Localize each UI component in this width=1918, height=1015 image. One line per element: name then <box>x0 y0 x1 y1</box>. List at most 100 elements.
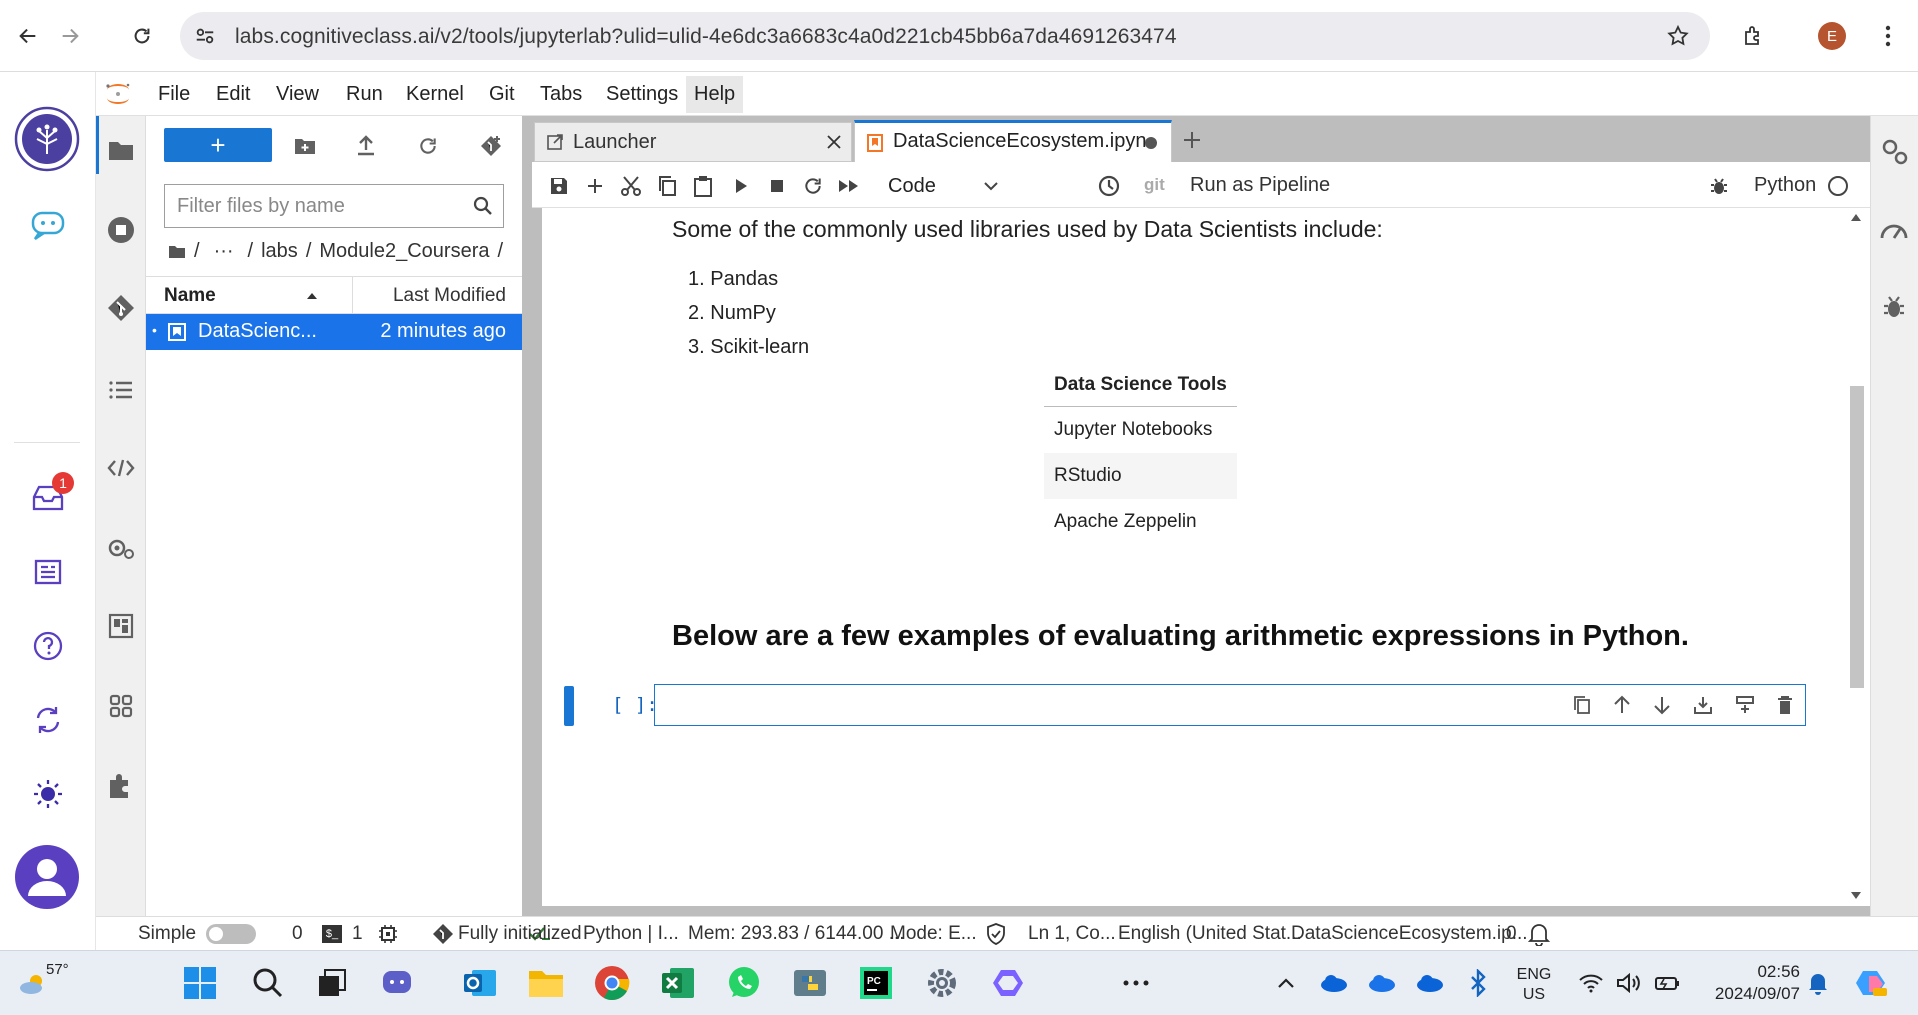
apps-tab[interactable] <box>103 688 139 724</box>
cell-type-select[interactable]: Code <box>876 172 1008 200</box>
teams-button[interactable] <box>378 963 418 1003</box>
scrollbar-thumb[interactable] <box>1850 386 1864 688</box>
address-bar[interactable]: labs.cognitiveclass.ai/v2/tools/jupyterl… <box>180 12 1710 60</box>
scroll-up-icon[interactable] <box>1851 214 1861 221</box>
tab-notebook[interactable]: DataScienceEcosystem.ipyn <box>854 120 1172 162</box>
run-cell-button[interactable] <box>728 173 754 199</box>
upload-icon[interactable] <box>356 135 376 157</box>
search-button[interactable] <box>248 963 288 1003</box>
running-kernels-tab[interactable] <box>103 212 139 248</box>
new-tab-button[interactable] <box>1176 124 1208 156</box>
quick-settings[interactable] <box>1578 973 1680 993</box>
table-of-contents-tab[interactable] <box>103 372 139 408</box>
move-up-icon[interactable] <box>1613 695 1631 715</box>
clock[interactable]: 02:56 2024/09/07 <box>1690 961 1800 1005</box>
file-explorer-button[interactable] <box>526 963 566 1003</box>
menu-help[interactable]: Help <box>686 76 744 113</box>
notebook-content[interactable]: Some of the commonly used libraries used… <box>532 208 1870 906</box>
menu-view[interactable]: View <box>276 83 319 106</box>
pycharm-button[interactable]: PC <box>856 963 896 1003</box>
run-as-pipeline-button[interactable]: Run as Pipeline <box>1190 174 1330 197</box>
simple-mode-toggle[interactable] <box>206 924 256 944</box>
file-browser-tab[interactable] <box>103 132 139 168</box>
git-diff-button[interactable]: git <box>1144 175 1165 195</box>
insert-cell-button[interactable] <box>582 173 608 199</box>
breadcrumb-ellipsis[interactable]: ··· <box>214 240 234 263</box>
onedrive-icon[interactable] <box>1314 963 1354 1003</box>
filter-files-input[interactable]: Filter files by name <box>164 184 504 228</box>
theme-sun-icon[interactable] <box>20 766 76 822</box>
insert-below-icon[interactable] <box>1735 695 1755 715</box>
more-apps-button[interactable] <box>1116 963 1156 1003</box>
column-last-modified[interactable]: Last Modified <box>393 285 506 307</box>
display-language[interactable]: English (United Stat... <box>1118 923 1302 945</box>
copy-button[interactable] <box>654 173 680 199</box>
excel-button[interactable] <box>658 963 698 1003</box>
back-button[interactable] <box>10 18 46 54</box>
scroll-down-icon[interactable] <box>1851 892 1861 899</box>
column-name[interactable]: Name <box>164 285 216 307</box>
menu-settings[interactable]: Settings <box>606 83 678 106</box>
terminal-icon[interactable]: $_ <box>322 925 342 943</box>
outlook-button[interactable] <box>460 963 500 1003</box>
inbox-icon[interactable]: 1 <box>20 470 76 526</box>
help-circle-icon[interactable] <box>20 618 76 674</box>
copilot-button[interactable] <box>988 963 1028 1003</box>
input-language[interactable]: ENG US <box>1504 965 1564 1005</box>
news-icon[interactable] <box>20 544 76 600</box>
refresh-icon[interactable] <box>418 136 438 156</box>
paste-button[interactable] <box>690 173 716 199</box>
tray-chevron-button[interactable] <box>1268 963 1304 1003</box>
onedrive-icon[interactable] <box>1410 963 1450 1003</box>
git-tab[interactable] <box>103 290 139 326</box>
sync-icon[interactable] <box>20 692 76 748</box>
new-launcher-button[interactable]: + <box>164 128 272 162</box>
menu-run[interactable]: Run <box>346 83 383 106</box>
notifications-bell-icon[interactable] <box>1800 963 1836 1003</box>
extension-dashboard-tab[interactable] <box>103 608 139 644</box>
user-avatar-icon[interactable] <box>14 844 80 910</box>
start-button[interactable] <box>180 963 220 1003</box>
chrome-button[interactable] <box>592 963 632 1003</box>
git-status-icon[interactable] <box>432 923 454 945</box>
browser-menu-button[interactable] <box>1870 18 1906 54</box>
new-folder-icon[interactable] <box>294 136 316 156</box>
cursor-position[interactable]: Ln 1, Co... <box>1028 923 1116 945</box>
restart-kernel-button[interactable] <box>800 173 826 199</box>
property-inspector-tab[interactable] <box>103 530 139 566</box>
code-snippets-tab[interactable] <box>103 450 139 486</box>
save-button[interactable] <box>546 173 572 199</box>
restart-run-all-button[interactable] <box>836 173 862 199</box>
extensions-button[interactable] <box>1736 18 1772 54</box>
forward-button[interactable] <box>52 18 88 54</box>
menu-tabs[interactable]: Tabs <box>540 83 582 106</box>
weather-widget[interactable]: 57° <box>16 959 76 1007</box>
panel-splitter[interactable] <box>522 116 532 916</box>
menu-file[interactable]: File <box>158 83 190 106</box>
git-clone-icon[interactable] <box>480 135 502 157</box>
copilot-pre-icon[interactable] <box>1852 963 1892 1003</box>
kernel-status[interactable]: Python | I... <box>583 923 679 945</box>
duplicate-cell-icon[interactable] <box>1573 695 1591 715</box>
whatsapp-button[interactable] <box>724 963 764 1003</box>
notebook-scrollbar[interactable] <box>1848 208 1864 906</box>
onedrive-icon[interactable] <box>1362 963 1402 1003</box>
cell-execution-time-button[interactable] <box>1096 173 1122 199</box>
delete-cell-icon[interactable] <box>1777 695 1793 715</box>
trusted-shield-icon[interactable] <box>986 923 1006 945</box>
menu-kernel[interactable]: Kernel <box>406 83 464 106</box>
property-inspector-icon[interactable] <box>1881 138 1909 166</box>
file-row[interactable]: • DataScienc... 2 minutes ago <box>146 314 522 350</box>
home-folder-icon[interactable] <box>168 244 186 259</box>
breadcrumb-labs[interactable]: labs <box>261 240 298 263</box>
task-view-button[interactable] <box>312 963 352 1003</box>
profile-avatar[interactable]: E <box>1814 18 1850 54</box>
debugger-toggle[interactable] <box>1706 173 1732 199</box>
skills-network-logo[interactable] <box>14 106 80 172</box>
resource-usage-icon[interactable] <box>1879 216 1909 242</box>
python-app-button[interactable] <box>790 963 830 1003</box>
interrupt-kernel-button[interactable] <box>764 173 790 199</box>
cut-button[interactable] <box>618 173 644 199</box>
site-info-icon[interactable] <box>194 25 216 47</box>
insert-above-icon[interactable] <box>1693 695 1713 715</box>
